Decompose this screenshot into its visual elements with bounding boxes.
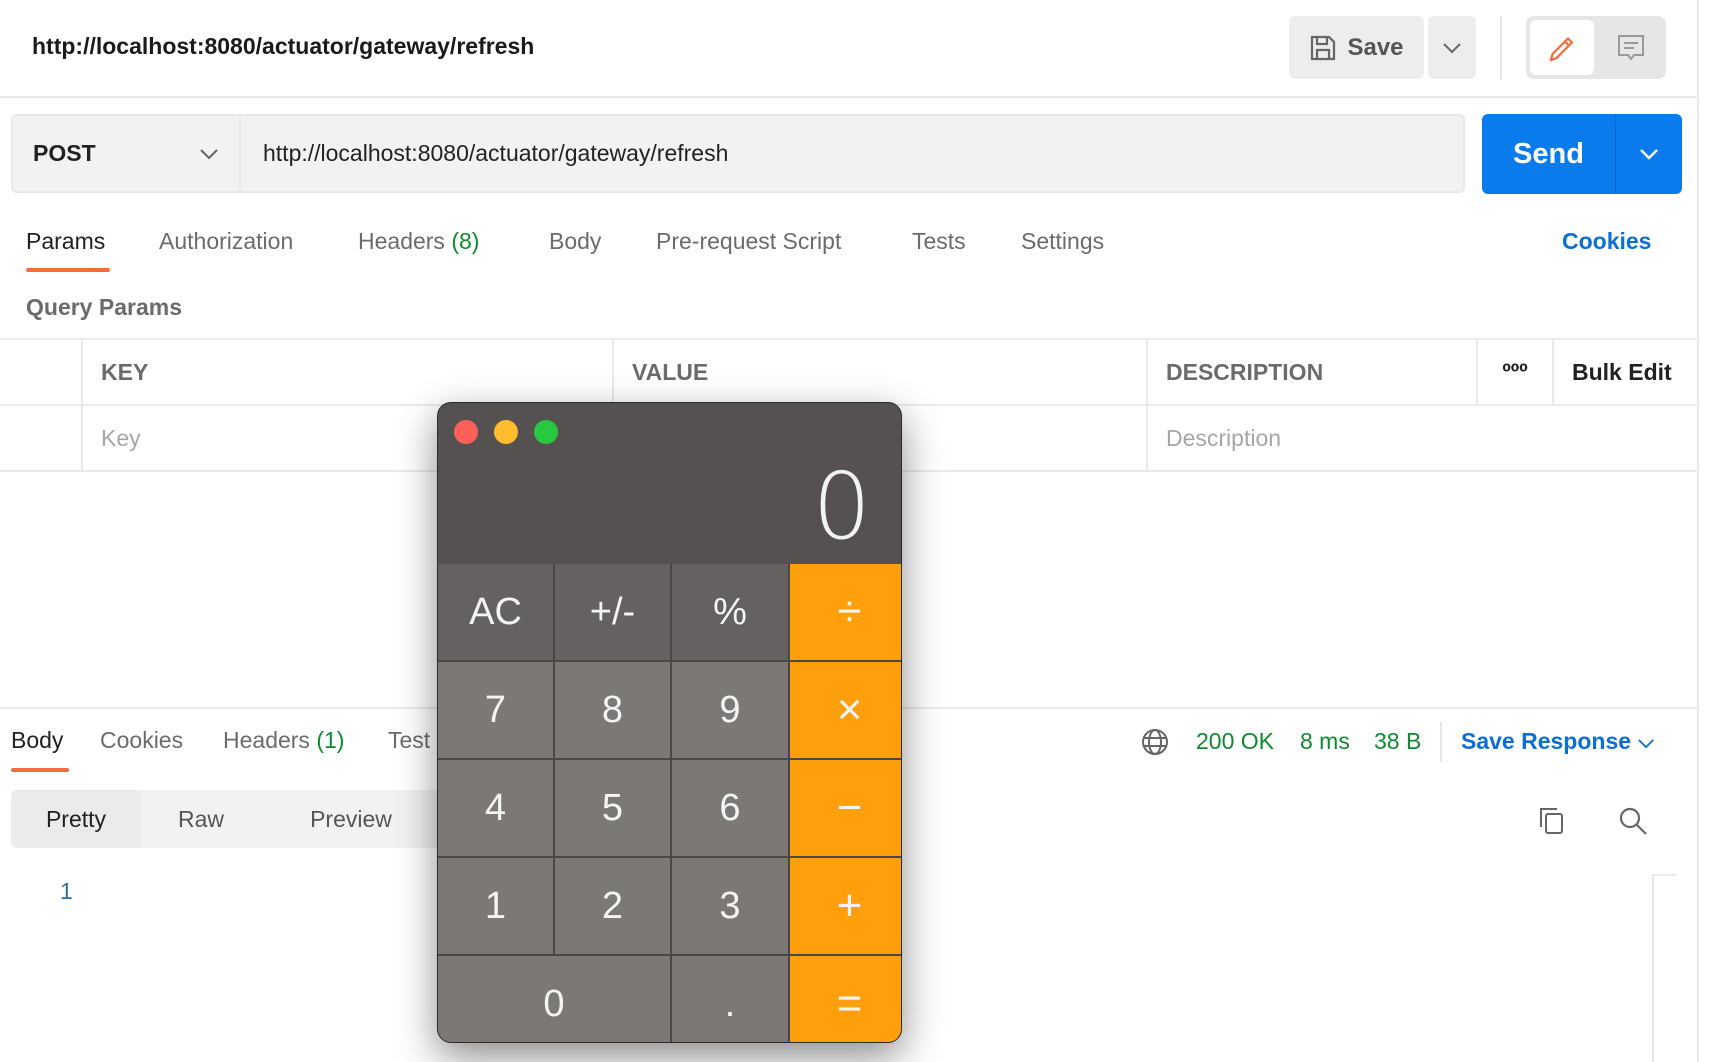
chevron-down-icon <box>1443 42 1461 53</box>
key-3[interactable]: 3 <box>672 858 788 954</box>
key-multiply[interactable]: × <box>790 662 901 758</box>
column-value: VALUE <box>614 340 1148 404</box>
save-icon <box>1311 35 1336 60</box>
divider <box>1500 16 1502 79</box>
format-raw[interactable]: Raw <box>141 790 261 848</box>
comment-icon <box>1618 34 1644 61</box>
key-divide[interactable]: ÷ <box>790 564 901 660</box>
key-decimal[interactable]: . <box>672 956 788 1042</box>
key-9[interactable]: 9 <box>672 662 788 758</box>
key-6[interactable]: 6 <box>672 760 788 856</box>
response-tab-body[interactable]: Body <box>11 727 63 754</box>
active-tab-indicator <box>11 768 69 772</box>
key-5[interactable]: 5 <box>555 760 670 856</box>
request-title: http://localhost:8080/actuator/gateway/r… <box>32 33 535 59</box>
divider <box>1440 722 1442 762</box>
calculator-window: 0 AC +/- % ÷ 7 8 9 × 4 5 6 − 1 2 3 + 0 .… <box>437 402 902 1043</box>
send-dropdown[interactable] <box>1616 114 1682 194</box>
calculator-display: 0 <box>812 453 871 560</box>
key-equals[interactable]: = <box>790 956 901 1042</box>
chevron-down-icon <box>1638 739 1655 749</box>
status-code[interactable]: 200 OK <box>1196 728 1274 755</box>
key-2[interactable]: 2 <box>555 858 670 954</box>
send-label[interactable]: Send <box>1482 114 1616 194</box>
tab-label: Headers <box>358 228 445 254</box>
save-response-label: Save Response <box>1461 728 1632 754</box>
zoom-button[interactable] <box>534 420 558 444</box>
tab-pre-request-script[interactable]: Pre-request Script <box>656 228 841 255</box>
key-negate[interactable]: +/- <box>555 564 670 660</box>
key-clear[interactable]: AC <box>438 564 553 660</box>
panel-border <box>1697 0 1699 1062</box>
chevron-down-icon <box>200 148 218 159</box>
format-preview[interactable]: Preview <box>261 790 441 848</box>
active-tab-indicator <box>26 268 110 272</box>
edit-mode-button[interactable] <box>1530 20 1594 75</box>
tab-body[interactable]: Body <box>549 228 601 255</box>
key-0[interactable]: 0 <box>438 956 670 1042</box>
tab-label: Headers <box>223 727 310 753</box>
column-key: KEY <box>83 340 614 404</box>
key-8[interactable]: 8 <box>555 662 670 758</box>
search-icon[interactable] <box>1617 805 1649 837</box>
tab-authorization[interactable]: Authorization <box>159 228 293 255</box>
description-input[interactable]: Description <box>1148 406 1697 470</box>
headers-count: (1) <box>316 727 345 753</box>
save-label: Save <box>1347 33 1404 61</box>
tab-params[interactable]: Params <box>26 228 105 255</box>
method-select[interactable]: POST <box>11 114 241 193</box>
send-button[interactable]: Send <box>1482 114 1682 194</box>
pencil-icon <box>1549 36 1574 62</box>
divider <box>1652 874 1676 876</box>
line-number: 1 <box>60 878 73 904</box>
key-subtract[interactable]: − <box>790 760 901 856</box>
scrollbar-track[interactable] <box>1652 874 1654 1062</box>
response-tab-headers[interactable]: Headers (1) <box>223 727 344 754</box>
url-input[interactable]: http://localhost:8080/actuator/gateway/r… <box>241 114 1465 193</box>
calculator-keypad: AC +/- % ÷ 7 8 9 × 4 5 6 − 1 2 3 + 0 . = <box>438 564 901 1042</box>
save-response-button[interactable]: Save Response <box>1461 728 1655 755</box>
column-description: DESCRIPTION <box>1148 340 1478 404</box>
key-add[interactable]: + <box>790 858 901 954</box>
close-button[interactable] <box>454 420 478 444</box>
tab-headers[interactable]: Headers (8) <box>358 228 479 255</box>
tab-settings[interactable]: Settings <box>1021 228 1104 255</box>
response-time[interactable]: 8 ms <box>1300 728 1350 755</box>
save-dropdown-button[interactable] <box>1428 16 1476 79</box>
globe-icon[interactable] <box>1140 727 1170 757</box>
chevron-down-icon <box>1640 149 1658 160</box>
key-4[interactable]: 4 <box>438 760 553 856</box>
key-percent[interactable]: % <box>672 564 788 660</box>
tab-tests[interactable]: Tests <box>912 228 966 255</box>
more-options-icon[interactable]: ººº <box>1478 340 1554 404</box>
bulk-edit-button[interactable]: Bulk Edit <box>1554 340 1697 404</box>
method-value: POST <box>33 140 96 166</box>
comments-button[interactable] <box>1600 20 1662 75</box>
save-button[interactable]: Save <box>1289 16 1424 79</box>
copy-icon[interactable] <box>1537 805 1567 837</box>
cookies-link[interactable]: Cookies <box>1562 228 1651 255</box>
key-1[interactable]: 1 <box>438 858 553 954</box>
key-7[interactable]: 7 <box>438 662 553 758</box>
format-pretty[interactable]: Pretty <box>11 790 141 848</box>
query-params-title: Query Params <box>26 294 182 320</box>
minimize-button[interactable] <box>494 420 518 444</box>
headers-count: (8) <box>451 228 480 254</box>
response-size[interactable]: 38 B <box>1374 728 1421 755</box>
params-header-row: KEY VALUE DESCRIPTION ººº Bulk Edit <box>0 340 1697 404</box>
response-tab-cookies[interactable]: Cookies <box>100 727 183 754</box>
divider <box>0 96 1697 98</box>
